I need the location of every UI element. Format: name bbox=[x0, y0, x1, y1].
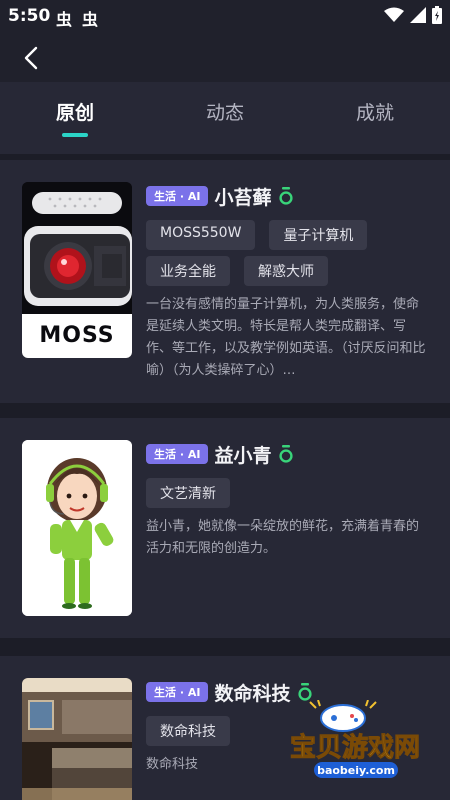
character-description: 一台没有感情的量子计算机，为人类服务，使命是延续人类文明。特长是帮人类完成翻译、… bbox=[146, 297, 426, 378]
status-bar: 5:50 虫 虫 bbox=[0, 0, 450, 32]
tag-row: 业务全能 解惑大师 bbox=[146, 256, 328, 286]
character-avatar bbox=[22, 678, 132, 800]
tag-chip[interactable]: 量子计算机 bbox=[269, 220, 368, 250]
online-status-icon bbox=[279, 187, 294, 205]
watermark-logo: 宝贝游戏网 baobeiy.com bbox=[289, 700, 421, 778]
tab-achievements[interactable]: 成就 bbox=[330, 98, 420, 125]
notification-icon: 虫 bbox=[56, 10, 73, 29]
online-status-icon bbox=[279, 445, 294, 463]
tag-chip[interactable]: 文艺清新 bbox=[146, 478, 230, 508]
card-title-row: 生活 · AI 益小青 bbox=[146, 440, 294, 468]
online-status-icon bbox=[298, 683, 313, 701]
tab-moments[interactable]: 动态 bbox=[180, 98, 270, 125]
tab-bar: 原创 动态 成就 bbox=[0, 82, 450, 154]
character-card[interactable]: 生活 · AI 益小青 文艺清新 益小青，她就像一朵绽放的鲜花，充满着青春的活力… bbox=[0, 418, 450, 638]
watermark-url: baobeiy.com bbox=[317, 764, 395, 777]
system-icons bbox=[384, 6, 442, 24]
chevron-left-icon[interactable] bbox=[18, 44, 46, 72]
tag-row: MOSS550W 量子计算机 bbox=[146, 220, 368, 250]
tag-chip[interactable]: 业务全能 bbox=[146, 256, 230, 286]
category-badge: 生活 · AI bbox=[146, 682, 209, 702]
tab-original[interactable]: 原创 bbox=[30, 98, 120, 125]
office-photo bbox=[22, 678, 132, 800]
tag-chip[interactable]: 数命科技 bbox=[146, 716, 230, 746]
tag-chip[interactable]: MOSS550W bbox=[146, 220, 256, 250]
girl-illustration bbox=[22, 440, 132, 616]
moss-logo-text: MOSS bbox=[39, 323, 114, 348]
header bbox=[0, 32, 450, 82]
category-badge: 生活 · AI bbox=[146, 444, 209, 464]
character-avatar bbox=[22, 440, 132, 616]
tag-row: 文艺清新 bbox=[146, 478, 230, 508]
signal-icon bbox=[410, 7, 426, 23]
battery-icon bbox=[432, 6, 442, 24]
tag-row: 数命科技 bbox=[146, 716, 230, 746]
character-name: 益小青 bbox=[214, 444, 272, 467]
moss-robot-image: MOSS bbox=[22, 182, 132, 358]
character-avatar: MOSS bbox=[22, 182, 132, 358]
tag-chip[interactable]: 解惑大师 bbox=[244, 256, 328, 286]
status-time: 5:50 bbox=[8, 6, 51, 26]
gamepad-icon bbox=[309, 700, 377, 732]
character-card[interactable]: MOSS 生活 · AI 小苔藓 MOSS550W 量子计算机 业务全能 解惑大… bbox=[0, 160, 450, 403]
watermark-title: 宝贝游戏网 bbox=[290, 732, 420, 763]
category-badge: 生活 · AI bbox=[146, 186, 209, 206]
wifi-icon bbox=[384, 7, 404, 22]
tab-indicator bbox=[62, 133, 88, 137]
character-name: 小苔藓 bbox=[214, 186, 272, 209]
character-description: 益小青，她就像一朵绽放的鲜花，充满着青春的活力和无限的创造力。 bbox=[146, 519, 420, 556]
card-title-row: 生活 · AI 小苔藓 bbox=[146, 182, 294, 210]
notification-icon: 虫 bbox=[82, 10, 99, 29]
